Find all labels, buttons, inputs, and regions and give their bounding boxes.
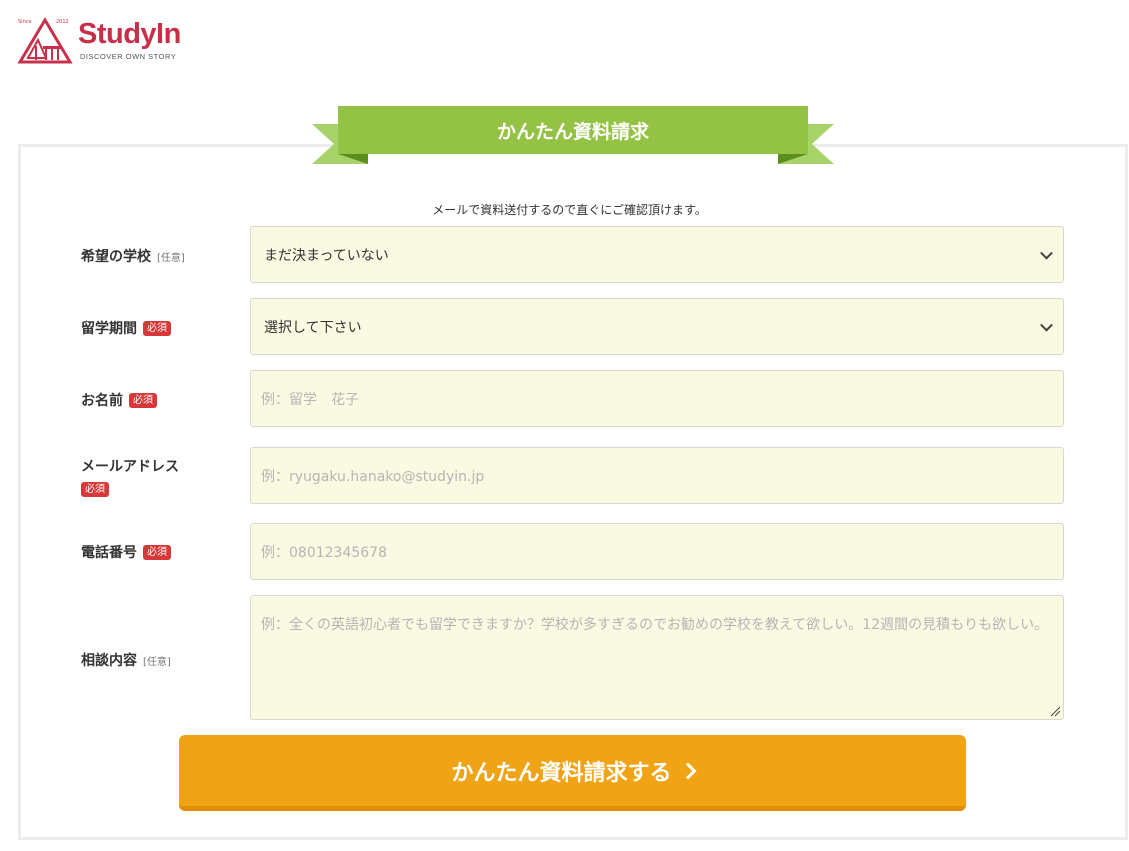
name-label-text: お名前 — [81, 393, 123, 409]
period-label-text: 留学期間 — [81, 321, 137, 337]
ribbon-fold-left — [338, 154, 368, 164]
email-label: メールアドレス 必須 — [81, 456, 179, 497]
required-badge: 必須 — [143, 320, 171, 336]
required-badge: 必須 — [129, 392, 157, 408]
name-input-placeholder: 例：留学 花子 — [261, 391, 359, 408]
ribbon-title: かんたん資料請求 — [338, 106, 808, 154]
required-badge: 必須 — [81, 482, 109, 497]
resize-grip-icon[interactable] — [1049, 705, 1061, 717]
form-note: メールで資料送付するので直ぐにご確認頂けます。 — [432, 203, 707, 217]
logo-year: 2012 — [56, 19, 69, 25]
logo-since: Since — [18, 19, 32, 25]
logo-tagline: DISCOVER OWN STORY — [80, 52, 177, 61]
message-label-text: 相談内容 — [81, 653, 137, 669]
optional-tag: [任意] — [157, 252, 185, 264]
chevron-down-icon — [1040, 318, 1053, 332]
school-select[interactable]: まだ決まっていない — [250, 226, 1064, 283]
message-label: 相談内容 [任意] — [81, 650, 171, 670]
submit-button[interactable]: かんたん資料請求する — [179, 735, 966, 811]
message-textarea[interactable]: 例：全くの英語初心者でも留学できますか？学校が多すぎるのでお勧めの学校を教えて欲… — [250, 595, 1064, 720]
ribbon-fold-right — [778, 154, 808, 164]
period-select-value: 選択して下さい — [264, 319, 362, 336]
period-select[interactable]: 選択して下さい — [250, 298, 1064, 355]
phone-label-text: 電話番号 — [81, 545, 137, 561]
email-input-placeholder: 例：ryugaku.hanako@studyin.jp — [261, 468, 485, 485]
phone-input[interactable]: 例：08012345678 — [250, 523, 1064, 580]
ribbon-heading: かんたん資料請求 — [312, 106, 834, 166]
required-badge: 必須 — [143, 544, 171, 560]
name-label: お名前 必須 — [81, 390, 157, 410]
school-label-text: 希望の学校 — [81, 249, 151, 265]
period-label: 留学期間 必須 — [81, 318, 171, 338]
optional-tag: [任意] — [143, 656, 171, 668]
chevron-down-icon — [1040, 246, 1053, 260]
chevron-right-icon — [679, 762, 696, 779]
school-select-value: まだ決まっていない — [264, 247, 389, 264]
phone-input-placeholder: 例：08012345678 — [261, 544, 387, 561]
email-label-text: メールアドレス — [81, 459, 179, 475]
name-input[interactable]: 例：留学 花子 — [250, 370, 1064, 427]
submit-button-label: かんたん資料請求する — [451, 760, 672, 786]
message-textarea-placeholder: 例：全くの英語初心者でも留学できますか？学校が多すぎるのでお勧めの学校を教えて欲… — [261, 617, 1049, 633]
phone-label: 電話番号 必須 — [81, 542, 171, 562]
school-label: 希望の学校 [任意] — [81, 246, 185, 266]
logo-name: StudyIn — [78, 18, 181, 50]
email-input[interactable]: 例：ryugaku.hanako@studyin.jp — [250, 447, 1064, 504]
studyin-logo[interactable]: Since 2012 StudyIn DISCOVER OWN STORY — [16, 16, 186, 66]
